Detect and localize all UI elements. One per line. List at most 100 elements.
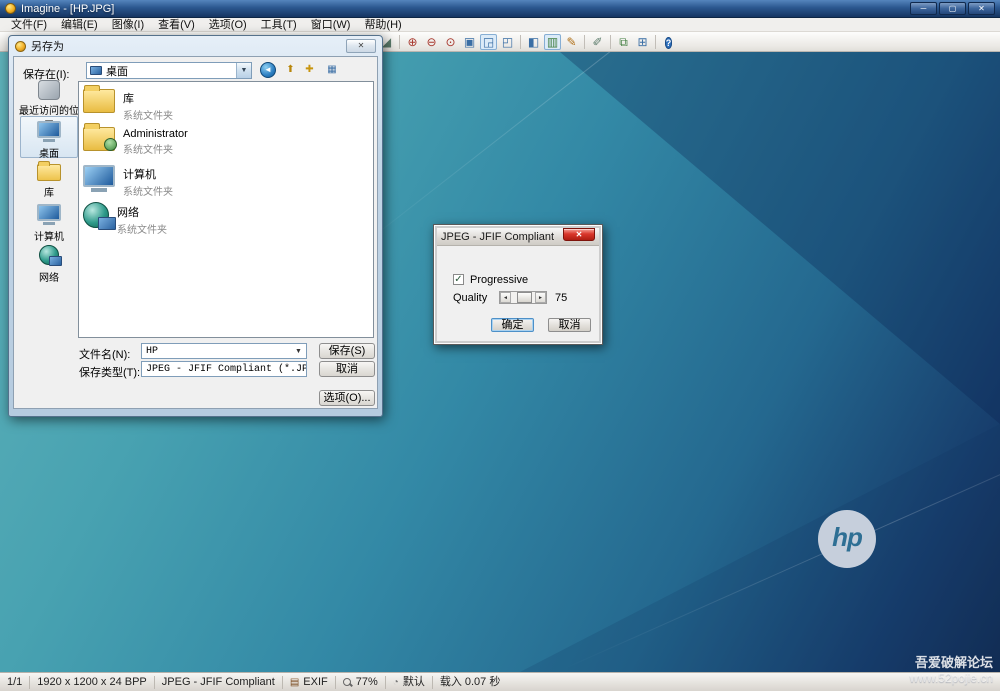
save-as-dialog: 另存为 ✕ 保存在(I): 桌面 ▼ ◄ ⬆ ✚ ▦ 最近访问的位置 桌面 <box>8 35 383 417</box>
sidebar-item-desktop[interactable]: 桌面 <box>18 121 80 160</box>
zoom-out-icon[interactable]: ⊖ <box>423 34 440 50</box>
save-dialog-title: 另存为 <box>31 38 64 54</box>
exif-icon: ▤ <box>290 676 299 689</box>
user-badge-icon <box>104 138 117 151</box>
user-folder-icon <box>83 127 115 151</box>
copy-file-icon[interactable]: ⧉ <box>615 34 632 50</box>
hp-logo: hp <box>818 510 876 568</box>
file-desc: 系统文件夹 <box>123 141 188 156</box>
network-icon <box>83 202 109 228</box>
save-button[interactable]: 保存(S) <box>319 343 375 359</box>
up-one-level-button[interactable]: ⬆ <box>282 62 299 78</box>
chevron-down-icon[interactable]: ▼ <box>291 344 306 358</box>
watermark-url: www.52pojie.cn <box>910 671 993 685</box>
close-button[interactable]: ✕ <box>968 2 995 15</box>
file-row-libraries[interactable]: 库 系统文件夹 <box>83 86 173 122</box>
jpeg-options-dialog: JPEG - JFIF Compliant ✕ ✓ Progressive Qu… <box>433 224 603 345</box>
file-name-value[interactable]: HP <box>142 346 158 357</box>
quality-slider[interactable]: ◄ ► <box>499 291 547 304</box>
view-menu-button[interactable]: ▦ <box>320 62 344 78</box>
slider-right-arrow[interactable]: ► <box>535 292 546 303</box>
computer-icon <box>83 165 115 187</box>
network-screen-icon <box>98 217 116 230</box>
edit-mode-icon[interactable]: ✎ <box>563 34 580 50</box>
save-dialog-close-button[interactable]: ✕ <box>346 39 376 53</box>
minimize-button[interactable]: ─ <box>910 2 937 15</box>
exif-label: EXIF <box>303 676 327 689</box>
file-row-computer[interactable]: 计算机 系统文件夹 <box>83 162 173 198</box>
window-controls: ─ ▢ ✕ <box>910 2 995 15</box>
cancel-button[interactable]: 取消 <box>548 318 591 332</box>
progressive-checkbox[interactable]: ✓ <box>453 274 464 285</box>
jpeg-dialog-close-button[interactable]: ✕ <box>563 228 595 241</box>
file-name: 计算机 <box>123 166 173 182</box>
menu-bar: 文件(F) 编辑(E) 图像(I) 查看(V) 选项(O) 工具(T) 窗口(W… <box>0 18 1000 32</box>
chevron-down-icon[interactable]: ▼ <box>236 63 251 78</box>
toolbar-separator <box>399 35 400 49</box>
cancel-button[interactable]: 取消 <box>319 361 375 377</box>
resize-image-icon[interactable]: ▣ <box>461 34 478 50</box>
magnifier-icon <box>343 678 352 687</box>
libraries-folder-icon <box>83 89 115 113</box>
save-dialog-titlebar[interactable]: 另存为 ✕ <box>13 36 378 56</box>
file-type-combobox[interactable]: JPEG - JFIF Compliant (*.JPG;*.JPE;*. ▼ <box>141 361 307 377</box>
sidebar-item-network[interactable]: 网络 <box>18 245 80 284</box>
status-profile: ◔ 默认 <box>386 676 433 689</box>
libraries-icon <box>37 164 61 181</box>
file-name: 库 <box>123 90 173 106</box>
menu-item-view[interactable]: 查看(V) <box>151 18 202 32</box>
move-file-icon[interactable]: ⊞ <box>634 34 651 50</box>
network-screen-icon <box>49 256 62 266</box>
menu-item-edit[interactable]: 编辑(E) <box>54 18 105 32</box>
place-label: 库 <box>18 184 80 199</box>
menu-item-window[interactable]: 窗口(W) <box>304 18 358 32</box>
menu-item-help[interactable]: 帮助(H) <box>357 18 408 32</box>
fullscreen-icon[interactable]: ◧ <box>525 34 542 50</box>
status-page-indicator: 1/1 <box>0 676 30 689</box>
browse-images-icon[interactable]: ▥ <box>544 34 561 50</box>
title-bar: Imagine - [HP.JPG] ─ ▢ ✕ <box>0 0 1000 18</box>
tools-icon[interactable]: ✐ <box>589 34 606 50</box>
menu-item-tools[interactable]: 工具(T) <box>254 18 304 32</box>
place-label: 计算机 <box>18 228 80 243</box>
save-in-combobox[interactable]: 桌面 ▼ <box>86 62 252 79</box>
zoom-in-icon[interactable]: ⊕ <box>404 34 421 50</box>
back-button[interactable]: ◄ <box>260 62 276 78</box>
jpeg-dialog-title: JPEG - JFIF Compliant <box>441 231 554 243</box>
file-list[interactable]: 库 系统文件夹 Administrator 系统文件夹 <box>78 81 374 338</box>
toolbar-separator <box>655 35 656 49</box>
slider-left-arrow[interactable]: ◄ <box>500 292 511 303</box>
toolbar-separator <box>520 35 521 49</box>
file-name-combobox[interactable]: HP ▼ <box>141 343 307 359</box>
save-dialog-icon <box>15 41 26 52</box>
maximize-button[interactable]: ▢ <box>939 2 966 15</box>
jpeg-dialog-titlebar[interactable]: JPEG - JFIF Compliant ✕ <box>437 228 599 246</box>
slider-thumb[interactable] <box>517 292 532 303</box>
status-zoom[interactable]: 77% <box>336 676 386 689</box>
watermark-text: 吾爱破解论坛 <box>910 652 993 671</box>
file-name-label: 文件名(N): <box>79 346 130 362</box>
network-icon <box>39 245 59 265</box>
zoom-custom-icon[interactable]: ⊙ <box>442 34 459 50</box>
new-folder-button[interactable]: ✚ <box>301 62 318 78</box>
fit-to-window-icon[interactable]: ◲ <box>480 34 497 50</box>
window-title: Imagine - [HP.JPG] <box>21 3 114 15</box>
menu-item-image[interactable]: 图像(I) <box>105 18 151 32</box>
help-icon[interactable]: ? <box>665 37 673 49</box>
profile-icon: ◔ <box>393 676 399 689</box>
save-in-value: 桌面 <box>106 63 128 79</box>
menu-item-file[interactable]: 文件(F) <box>4 18 54 32</box>
status-exif[interactable]: ▤ EXIF <box>283 676 336 689</box>
options-button[interactable]: 选项(O)... <box>319 390 375 406</box>
file-type-value: JPEG - JFIF Compliant (*.JPG;*.JPE;*. <box>142 364 307 375</box>
file-type-label: 保存类型(T): <box>79 364 140 380</box>
file-row-network[interactable]: 网络 系统文件夹 <box>83 200 167 236</box>
ok-button[interactable]: 确定 <box>491 318 534 332</box>
sidebar-item-computer[interactable]: 计算机 <box>18 204 80 243</box>
file-row-administrator[interactable]: Administrator 系统文件夹 <box>83 124 188 156</box>
sidebar-item-libraries[interactable]: 库 <box>18 164 80 199</box>
status-image-format: JPEG - JFIF Compliant <box>155 676 283 689</box>
menu-item-options[interactable]: 选项(O) <box>202 18 254 32</box>
actual-size-icon[interactable]: ◰ <box>499 34 516 50</box>
quality-value: 75 <box>555 292 567 304</box>
